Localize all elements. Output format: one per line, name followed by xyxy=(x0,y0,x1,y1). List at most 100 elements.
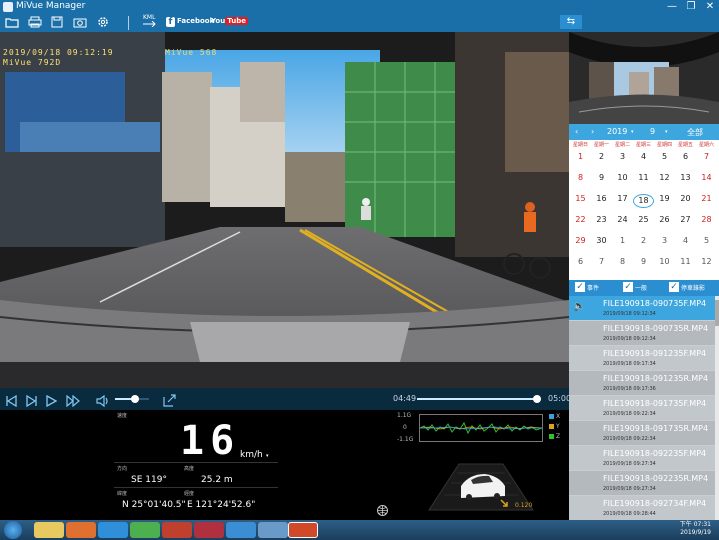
rear-camera-thumbnail[interactable] xyxy=(569,32,719,124)
calendar-day[interactable]: 3 xyxy=(654,236,675,245)
filter-normal-checkbox[interactable]: ✓ xyxy=(623,282,633,292)
calendar-day[interactable]: 24 xyxy=(612,215,633,224)
file-item[interactable]: FILE190918-091735R.MP4 2019/09/18 09:22:3… xyxy=(569,421,715,445)
calendar-day[interactable]: 27 xyxy=(675,215,696,224)
file-item[interactable]: FILE190918-092734F.MP4 2019/09/18 09:28:4… xyxy=(569,496,715,520)
calendar-day[interactable]: 9 xyxy=(633,257,654,266)
calendar-day[interactable]: 18 xyxy=(633,194,654,208)
calendar-day[interactable]: 7 xyxy=(696,152,717,161)
calendar-day[interactable]: 4 xyxy=(633,152,654,161)
calendar-day[interactable]: 20 xyxy=(675,194,696,203)
calendar-day[interactable]: 3 xyxy=(612,152,633,161)
close-button[interactable]: ✕ xyxy=(702,0,718,14)
calendar-day[interactable]: 6 xyxy=(675,152,696,161)
calendar-day[interactable]: 6 xyxy=(570,257,591,266)
print-icon[interactable] xyxy=(28,16,42,30)
taskbar-ie-icon[interactable] xyxy=(98,522,128,538)
seek-knob[interactable] xyxy=(533,395,542,403)
youtube-link[interactable]: You Tube xyxy=(211,17,248,25)
calendar-day[interactable]: 19 xyxy=(654,194,675,203)
minimize-button[interactable]: — xyxy=(664,0,680,14)
calendar-day[interactable]: 1 xyxy=(612,236,633,245)
swap-view-button[interactable]: ⇆ xyxy=(560,15,582,29)
calendar-day[interactable]: 2 xyxy=(633,236,654,245)
calendar-day[interactable]: 13 xyxy=(675,173,696,182)
calendar-day[interactable]: 15 xyxy=(570,194,591,203)
calendar-day[interactable]: 26 xyxy=(654,215,675,224)
calendar-day[interactable]: 10 xyxy=(654,257,675,266)
volume-knob[interactable] xyxy=(131,395,140,403)
calendar-day[interactable]: 17 xyxy=(612,194,633,203)
filter-parking-checkbox[interactable]: ✓ xyxy=(669,282,679,292)
volume-slider[interactable] xyxy=(115,395,149,403)
kml-export-button[interactable]: KML xyxy=(143,14,157,28)
restore-button[interactable]: ❐ xyxy=(683,0,699,14)
taskbar-mivue-icon[interactable] xyxy=(288,522,318,538)
file-item[interactable]: FILE190918-091235R.MP4 2019/09/18 09:17:3… xyxy=(569,371,715,395)
file-item[interactable]: FILE190918-092235F.MP4 2019/09/18 09:27:3… xyxy=(569,446,715,470)
calendar-day[interactable]: 7 xyxy=(591,257,612,266)
file-item[interactable]: 🔈 FILE190918-090735F.MP4 2019/09/18 09:12:… xyxy=(569,296,715,320)
calendar-day[interactable]: 29 xyxy=(570,236,591,245)
export-icon[interactable] xyxy=(163,392,176,411)
file-item[interactable]: FILE190918-091735F.MP4 2019/09/18 09:22:3… xyxy=(569,396,715,420)
step-frame-icon[interactable] xyxy=(26,392,38,411)
calendar-day[interactable]: 2 xyxy=(591,152,612,161)
file-list-scrollbar[interactable] xyxy=(715,296,719,520)
play-icon[interactable] xyxy=(45,392,58,411)
filter-event[interactable]: ✓ 事件 xyxy=(575,282,599,292)
year-dropdown-icon[interactable]: ▾ xyxy=(631,129,634,135)
calendar-day[interactable]: 8 xyxy=(570,173,591,182)
file-item[interactable]: FILE190918-092235R.MP4 2019/09/18 09:27:3… xyxy=(569,471,715,495)
taskbar-explorer-icon[interactable] xyxy=(34,522,64,538)
taskbar-chrome-icon[interactable] xyxy=(130,522,160,538)
calendar-day[interactable]: 11 xyxy=(633,173,654,182)
file-item[interactable]: FILE190918-091235F.MP4 2019/09/18 09:17:3… xyxy=(569,346,715,370)
globe-icon[interactable] xyxy=(376,502,389,521)
seek-bar[interactable] xyxy=(417,395,542,403)
next-year-button[interactable]: › xyxy=(591,127,594,136)
calendar-day[interactable]: 1 xyxy=(570,152,591,161)
calendar-day[interactable]: 30 xyxy=(591,236,612,245)
taskbar-app2-icon[interactable] xyxy=(194,522,224,538)
calendar-day[interactable]: 21 xyxy=(696,194,717,203)
scrollbar-thumb[interactable] xyxy=(715,300,719,326)
taskbar-app4-icon[interactable] xyxy=(258,522,288,538)
unit-dropdown-icon[interactable]: ▾ xyxy=(266,453,269,459)
calendar-day[interactable]: 12 xyxy=(654,173,675,182)
prev-year-button[interactable]: ‹ xyxy=(575,127,578,136)
video-player[interactable]: 2019/09/18 09:12:19 MiVue 792D MiVue 568 xyxy=(0,32,569,388)
open-folder-icon[interactable] xyxy=(5,16,19,30)
fast-forward-icon[interactable] xyxy=(66,392,80,411)
taskbar-app-icon[interactable] xyxy=(162,522,192,538)
calendar-day[interactable]: 4 xyxy=(675,236,696,245)
show-all-button[interactable]: 全部 xyxy=(687,127,703,138)
system-clock[interactable]: 下午 07:31 2019/9/19 xyxy=(680,521,711,537)
calendar-day[interactable]: 11 xyxy=(675,257,696,266)
calendar-day[interactable]: 9 xyxy=(591,173,612,182)
filter-parking[interactable]: ✓ 停車錄影 xyxy=(669,282,705,292)
calendar-day[interactable]: 8 xyxy=(612,257,633,266)
calendar-day[interactable]: 25 xyxy=(633,215,654,224)
start-button[interactable] xyxy=(4,521,22,539)
calendar-day[interactable]: 5 xyxy=(654,152,675,161)
calendar-day[interactable]: 28 xyxy=(696,215,717,224)
calendar-day[interactable]: 10 xyxy=(612,173,633,182)
filter-normal[interactable]: ✓ 一般 xyxy=(623,282,647,292)
calendar-day[interactable]: 23 xyxy=(591,215,612,224)
settings-gear-icon[interactable] xyxy=(97,16,109,30)
facebook-link[interactable]: Facebook xyxy=(177,17,214,25)
skip-back-icon[interactable] xyxy=(5,392,17,411)
facebook-icon[interactable]: f xyxy=(166,17,175,27)
volume-icon[interactable] xyxy=(96,392,109,411)
calendar-day[interactable]: 16 xyxy=(591,194,612,203)
month-dropdown-icon[interactable]: ▾ xyxy=(665,129,668,135)
taskbar-app3-icon[interactable] xyxy=(226,522,256,538)
calendar-day[interactable]: 12 xyxy=(696,257,717,266)
taskbar-media-player-icon[interactable] xyxy=(66,522,96,538)
calendar-day[interactable]: 22 xyxy=(570,215,591,224)
calendar-day[interactable]: 14 xyxy=(696,173,717,182)
filter-event-checkbox[interactable]: ✓ xyxy=(575,282,585,292)
save-icon[interactable] xyxy=(51,16,63,30)
calendar-day[interactable]: 5 xyxy=(696,236,717,245)
